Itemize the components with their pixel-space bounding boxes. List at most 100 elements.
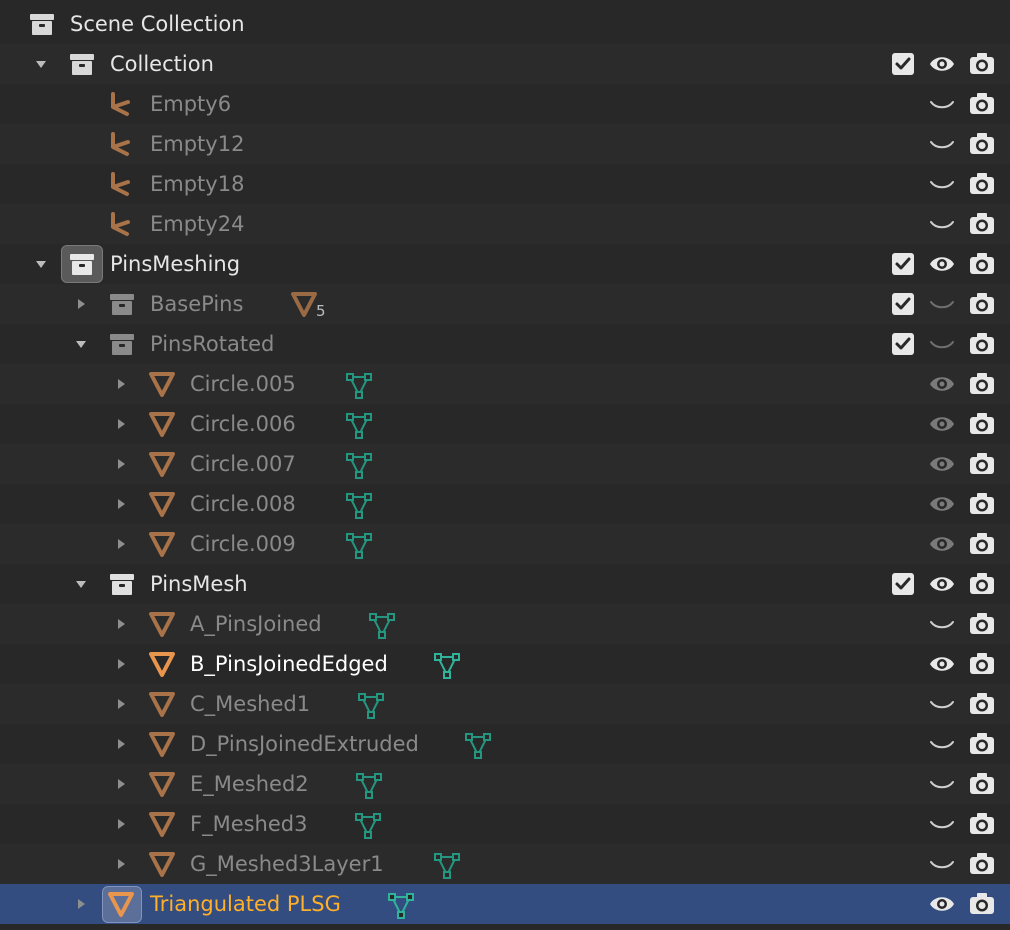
mesh-row[interactable]: A_PinsJoined <box>0 604 1010 644</box>
camera-icon[interactable] <box>969 852 995 876</box>
chevron-down-icon[interactable] <box>32 255 50 273</box>
basepins-row[interactable]: BasePins 5 <box>0 284 1010 324</box>
circle-row[interactable]: Circle.007 <box>0 444 1010 484</box>
mesh-row[interactable]: C_Meshed1 <box>0 684 1010 724</box>
chevron-right-icon[interactable] <box>112 855 130 873</box>
camera-icon[interactable] <box>969 172 995 196</box>
collection-row[interactable]: Collection <box>0 44 1010 84</box>
empty-row[interactable]: Empty12 <box>0 124 1010 164</box>
mesh-row[interactable]: G_Meshed3Layer1 <box>0 844 1010 884</box>
chevron-right-icon[interactable] <box>112 695 130 713</box>
chevron-right-icon[interactable] <box>112 735 130 753</box>
chevron-right-icon[interactable] <box>112 615 130 633</box>
circle-row[interactable]: Circle.008 <box>0 484 1010 524</box>
empty-row[interactable]: Empty6 <box>0 84 1010 124</box>
chevron-right-icon[interactable] <box>112 775 130 793</box>
chevron-right-icon[interactable] <box>112 535 130 553</box>
chevron-down-icon[interactable] <box>72 575 90 593</box>
camera-icon[interactable] <box>969 612 995 636</box>
empty-row[interactable]: Empty24 <box>0 204 1010 244</box>
eye-closed-icon[interactable] <box>929 812 955 836</box>
camera-icon[interactable] <box>969 892 995 916</box>
eye-closed-icon[interactable] <box>929 732 955 756</box>
mesh-data-icon[interactable] <box>344 411 374 439</box>
mesh-data-icon[interactable] <box>386 891 416 919</box>
chevron-right-icon[interactable] <box>112 455 130 473</box>
chevron-right-icon[interactable] <box>72 895 90 913</box>
camera-icon[interactable] <box>969 772 995 796</box>
mesh-row[interactable]: F_Meshed3 <box>0 804 1010 844</box>
mesh-row[interactable]: D_PinsJoinedExtruded <box>0 724 1010 764</box>
eye-closed-icon[interactable] <box>929 772 955 796</box>
eye-closed-icon[interactable] <box>929 292 955 316</box>
mesh-row[interactable]: E_Meshed2 <box>0 764 1010 804</box>
camera-icon[interactable] <box>969 372 995 396</box>
eye-closed-icon[interactable] <box>929 132 955 156</box>
exclude-checkbox[interactable] <box>890 332 916 356</box>
eye-icon[interactable] <box>929 52 955 76</box>
camera-icon[interactable] <box>969 812 995 836</box>
camera-icon[interactable] <box>969 212 995 236</box>
camera-icon[interactable] <box>969 52 995 76</box>
mesh-data-icon[interactable] <box>344 371 374 399</box>
camera-icon[interactable] <box>969 732 995 756</box>
camera-icon[interactable] <box>969 252 995 276</box>
eye-icon[interactable] <box>929 252 955 276</box>
camera-icon[interactable] <box>969 692 995 716</box>
eye-icon[interactable] <box>929 372 955 396</box>
eye-icon[interactable] <box>929 452 955 476</box>
circle-row[interactable]: Circle.006 <box>0 404 1010 444</box>
eye-closed-icon[interactable] <box>929 332 955 356</box>
mesh-data-icon[interactable] <box>354 771 384 799</box>
camera-icon[interactable] <box>969 652 995 676</box>
camera-icon[interactable] <box>969 532 995 556</box>
chevron-right-icon[interactable] <box>112 415 130 433</box>
chevron-down-icon[interactable] <box>32 55 50 73</box>
mesh-row[interactable]: B_PinsJoinedEdged <box>0 644 1010 684</box>
eye-icon[interactable] <box>929 892 955 916</box>
circle-row[interactable]: Circle.005 <box>0 364 1010 404</box>
mesh-data-icon[interactable] <box>432 851 462 879</box>
eye-closed-icon[interactable] <box>929 852 955 876</box>
empty-row[interactable]: Empty18 <box>0 164 1010 204</box>
mesh-data-icon[interactable] <box>344 451 374 479</box>
mesh-data-icon[interactable] <box>356 691 386 719</box>
exclude-checkbox[interactable] <box>890 252 916 276</box>
chevron-right-icon[interactable] <box>112 655 130 673</box>
eye-icon[interactable] <box>929 652 955 676</box>
mesh-data-icon[interactable] <box>344 531 374 559</box>
pinsmesh-row[interactable]: PinsMesh <box>0 564 1010 604</box>
mesh-data-icon[interactable] <box>463 731 493 759</box>
chevron-right-icon[interactable] <box>112 495 130 513</box>
eye-closed-icon[interactable] <box>929 92 955 116</box>
scene-collection-row[interactable]: Scene Collection <box>0 4 1010 44</box>
exclude-checkbox[interactable] <box>890 572 916 596</box>
eye-icon[interactable] <box>929 492 955 516</box>
camera-icon[interactable] <box>969 412 995 436</box>
eye-closed-icon[interactable] <box>929 212 955 236</box>
eye-icon[interactable] <box>929 572 955 596</box>
eye-closed-icon[interactable] <box>929 172 955 196</box>
camera-icon[interactable] <box>969 292 995 316</box>
camera-icon[interactable] <box>969 492 995 516</box>
eye-icon[interactable] <box>929 532 955 556</box>
chevron-down-icon[interactable] <box>72 335 90 353</box>
mesh-data-icon[interactable] <box>367 611 397 639</box>
camera-icon[interactable] <box>969 452 995 476</box>
mesh-data-icon[interactable] <box>432 651 462 679</box>
eye-closed-icon[interactable] <box>929 692 955 716</box>
circle-row[interactable]: Circle.009 <box>0 524 1010 564</box>
pinsrotated-row[interactable]: PinsRotated <box>0 324 1010 364</box>
exclude-checkbox[interactable] <box>890 52 916 76</box>
mesh-data-icon[interactable] <box>344 491 374 519</box>
chevron-right-icon[interactable] <box>112 375 130 393</box>
chevron-right-icon[interactable] <box>72 295 90 313</box>
camera-icon[interactable] <box>969 132 995 156</box>
exclude-checkbox[interactable] <box>890 292 916 316</box>
chevron-right-icon[interactable] <box>112 815 130 833</box>
mesh-data-icon[interactable] <box>353 811 383 839</box>
pinsmeshing-row[interactable]: PinsMeshing <box>0 244 1010 284</box>
camera-icon[interactable] <box>969 92 995 116</box>
camera-icon[interactable] <box>969 572 995 596</box>
eye-icon[interactable] <box>929 412 955 436</box>
